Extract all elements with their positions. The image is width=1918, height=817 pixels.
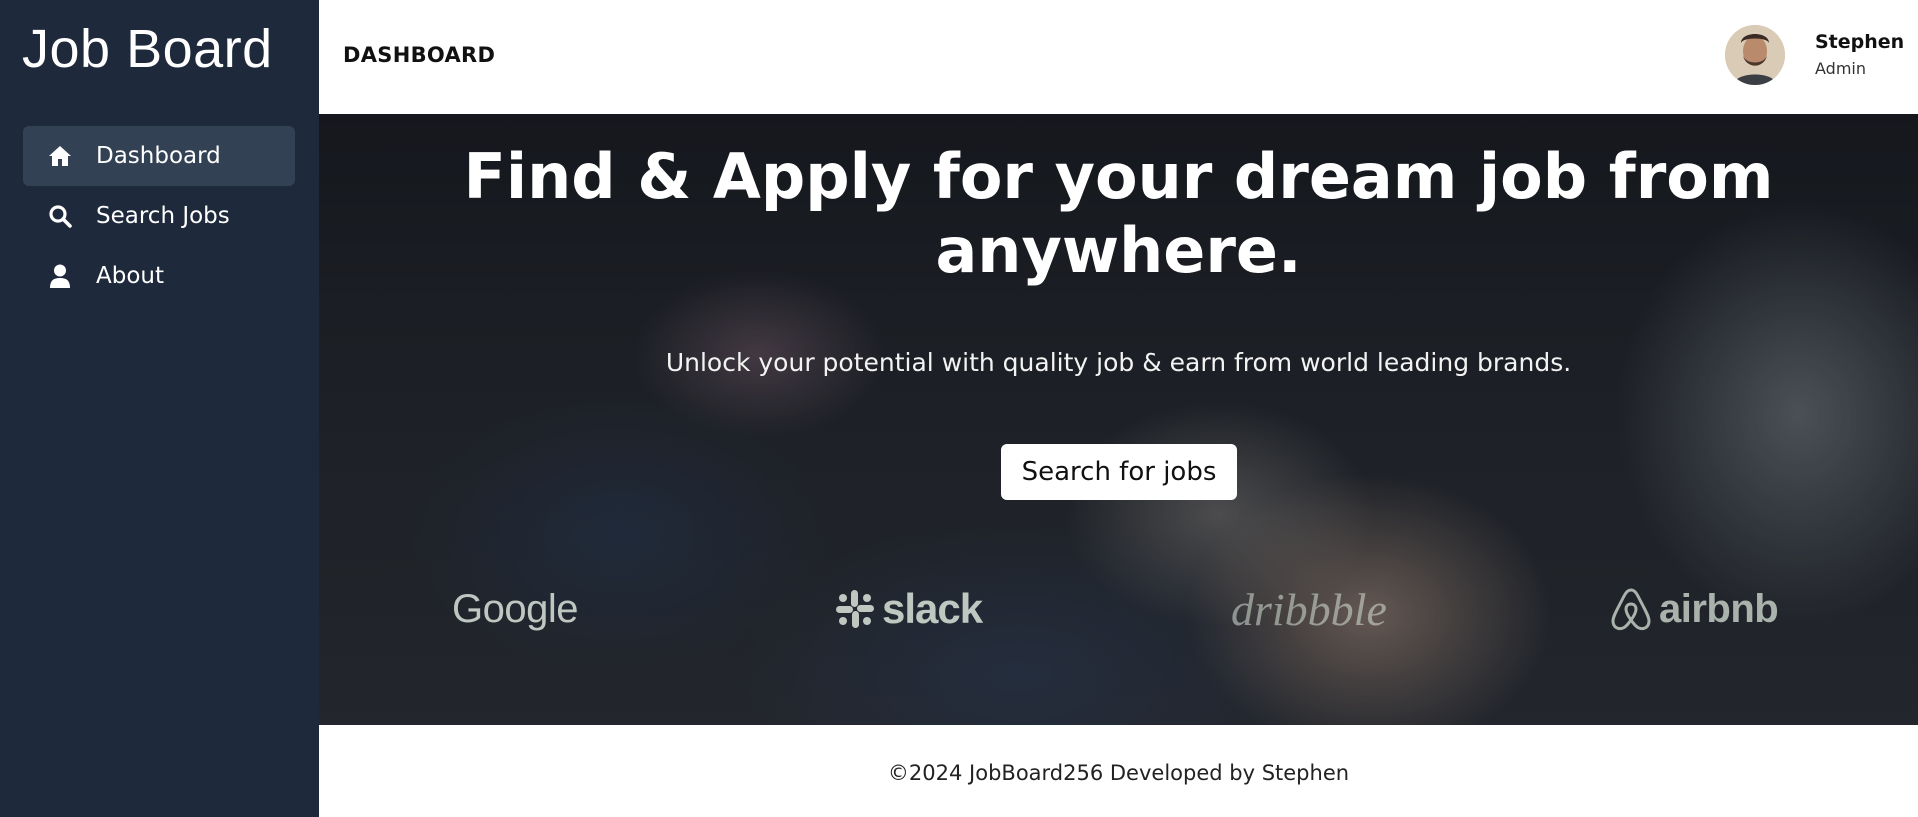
search-icon [47, 203, 73, 229]
sidebar-item-dashboard[interactable]: Dashboard [23, 126, 295, 186]
dribbble-logo: dribbble [1231, 583, 1387, 635]
hero-banner: Find & Apply for your dream job from any… [319, 114, 1918, 725]
sidebar: Job Board Dashboard Search Jobs About [0, 0, 319, 817]
hero-title: Find & Apply for your dream job from any… [463, 140, 1774, 287]
footer: ©2024 JobBoard256 Developed by Stephen [319, 725, 1918, 817]
sidebar-item-search-jobs[interactable]: Search Jobs [23, 186, 295, 246]
slack-logo: slack [834, 584, 983, 634]
footer-text: ©2024 JobBoard256 Developed by Stephen [887, 761, 1350, 785]
sidebar-item-label: About [96, 263, 165, 289]
sidebar-nav: Dashboard Search Jobs About [23, 126, 295, 306]
search-for-jobs-button[interactable]: Search for jobs [1001, 444, 1237, 500]
user-role: Admin [1815, 59, 1866, 78]
airbnb-logo: airbnb [1609, 584, 1779, 634]
slack-icon [836, 590, 874, 628]
top-header: DASHBOARD Stephen Admin [319, 0, 1918, 114]
sidebar-item-about[interactable]: About [23, 246, 295, 306]
avatar[interactable] [1725, 25, 1785, 85]
user-icon [47, 263, 73, 289]
home-icon [47, 143, 73, 169]
user-name: Stephen [1815, 31, 1905, 53]
airbnb-logo-text: airbnb [1659, 586, 1779, 631]
google-logo: Google [452, 584, 578, 634]
slack-logo-text: slack [882, 585, 983, 632]
brand-title[interactable]: Job Board [22, 18, 273, 80]
google-logo-text: Google [452, 586, 578, 631]
hero-subtitle: Unlock your potential with quality job &… [665, 348, 1572, 377]
sidebar-item-label: Dashboard [96, 143, 221, 169]
dribbble-logo-text: dribbble [1231, 583, 1387, 635]
page-title: DASHBOARD [343, 43, 496, 67]
sidebar-item-label: Search Jobs [96, 203, 230, 229]
airbnb-icon [1611, 588, 1651, 631]
